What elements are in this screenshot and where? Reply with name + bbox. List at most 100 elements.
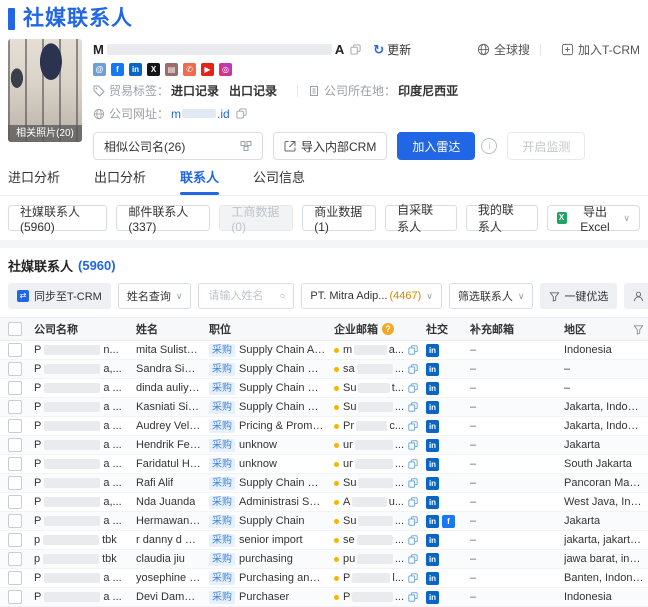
company-name-cell: Pa ... — [30, 458, 132, 470]
linkedin-icon[interactable]: in — [426, 457, 439, 471]
join-radar-button[interactable]: 加入雷达 — [397, 132, 476, 160]
info-icon[interactable]: i — [481, 138, 498, 154]
copy-icon[interactable] — [408, 573, 418, 583]
instagram-icon[interactable]: ◎ — [219, 63, 232, 76]
name-search-input[interactable] — [206, 289, 281, 303]
company-redacted — [44, 383, 101, 393]
refresh-button[interactable]: ↻ 更新 — [373, 41, 411, 58]
company-filter-select[interactable]: PT. Mitra Adip... (4467) ∨ — [301, 283, 442, 309]
name-query-select[interactable]: 姓名查询 ∨ — [117, 283, 192, 309]
row-checkbox[interactable] — [8, 438, 22, 452]
copy-icon[interactable] — [408, 345, 418, 355]
blog-icon[interactable]: ▤ — [165, 63, 178, 76]
subtab-social-contacts[interactable]: 社媒联系人(5960) — [8, 205, 108, 234]
select-all-checkbox[interactable] — [8, 322, 22, 336]
region-cell: Pancoran Mas, ... — [560, 477, 648, 489]
phone-icon[interactable]: ✆ — [183, 63, 196, 76]
linkedin-icon[interactable]: in — [426, 571, 439, 585]
procurement-badge: 采购 — [209, 495, 235, 509]
facebook-icon[interactable]: f — [111, 63, 124, 76]
copy-icon[interactable] — [408, 592, 418, 602]
import-crm-button[interactable]: 导入内部CRM — [273, 132, 388, 160]
copy-icon[interactable] — [408, 478, 418, 488]
social-cell: in — [422, 571, 466, 585]
subtab-my-contacts[interactable]: 我的联系人 — [465, 203, 538, 234]
import-record-link[interactable]: 进口记录 — [171, 82, 219, 99]
subtab-email-contacts[interactable]: 邮件联系人(337) — [116, 205, 211, 234]
linkedin-icon[interactable]: in — [426, 590, 439, 604]
copy-icon[interactable] — [408, 402, 418, 412]
column-filter-icon[interactable] — [633, 324, 644, 335]
email-icon[interactable]: @ — [93, 63, 106, 76]
tab-company-info[interactable]: 公司信息 — [253, 167, 305, 195]
row-checkbox[interactable] — [8, 495, 22, 509]
row-checkbox[interactable] — [8, 533, 22, 547]
row-checkbox[interactable] — [8, 343, 22, 357]
help-icon[interactable]: ? — [382, 323, 394, 335]
row-checkbox[interactable] — [8, 476, 22, 490]
copy-icon[interactable] — [408, 440, 418, 450]
linkedin-icon[interactable]: in — [129, 63, 142, 76]
copy-icon[interactable] — [408, 383, 418, 393]
copy-icon[interactable] — [350, 44, 361, 55]
facebook-icon[interactable]: f — [442, 514, 455, 528]
column-label: 企业邮箱 — [334, 324, 378, 336]
linkedin-icon[interactable]: in — [426, 438, 439, 452]
row-checkbox[interactable] — [8, 590, 22, 604]
linkedin-icon[interactable]: in — [426, 533, 439, 547]
row-checkbox[interactable] — [8, 514, 22, 528]
linkedin-icon[interactable]: in — [426, 362, 439, 376]
sync-tcrm-button[interactable]: ⇄ 同步至T-CRM — [8, 283, 111, 309]
company-prefix: P — [34, 401, 42, 413]
copy-icon[interactable] — [408, 535, 418, 545]
name-search-box[interactable] — [198, 283, 295, 309]
linkedin-icon[interactable]: in — [426, 419, 439, 433]
company-prefix: P — [34, 439, 42, 451]
website-link[interactable]: m .id — [171, 107, 230, 121]
join-tcrm-button[interactable]: 加入T-CRM — [561, 41, 640, 58]
tab-import-analysis[interactable]: 进口分析 — [8, 167, 60, 195]
copy-icon[interactable] — [408, 459, 418, 469]
copy-icon[interactable] — [408, 364, 418, 374]
linkedin-icon[interactable]: in — [426, 514, 439, 528]
row-checkbox[interactable] — [8, 400, 22, 414]
contact-name: Nda Juanda — [136, 496, 196, 508]
subtab-self-collected[interactable]: 自采联系人 — [385, 203, 457, 234]
row-checkbox[interactable] — [8, 552, 22, 566]
company-prefix: P — [34, 458, 42, 470]
export-excel-button[interactable]: X 导出 Excel ∨ — [546, 205, 640, 234]
copy-icon[interactable] — [408, 421, 418, 431]
youtube-icon[interactable]: ▶ — [201, 63, 214, 76]
filter-contacts-select[interactable]: 筛选联系人 ∨ — [448, 283, 534, 309]
row-checkbox[interactable] — [8, 571, 22, 585]
subtab-business-registry[interactable]: 工商数据(0) — [219, 205, 294, 234]
linkedin-icon[interactable]: in — [426, 476, 439, 490]
company-photo[interactable]: 相关照片(20) — [8, 39, 82, 142]
linkedin-icon[interactable]: in — [426, 343, 439, 357]
linkedin-icon[interactable]: in — [426, 400, 439, 414]
tab-export-analysis[interactable]: 出口分析 — [94, 167, 146, 195]
x-icon[interactable]: X — [147, 63, 160, 76]
tab-contacts[interactable]: 联系人 — [180, 167, 220, 195]
row-checkbox[interactable] — [8, 362, 22, 376]
export-record-link[interactable]: 出口记录 — [229, 82, 277, 99]
contact-name-cell: Devi Damayanti — [132, 591, 205, 603]
subtab-commercial-data[interactable]: 商业数据(1) — [302, 205, 377, 234]
linkedin-icon[interactable]: in — [426, 381, 439, 395]
copy-icon[interactable] — [408, 497, 418, 507]
linkedin-icon[interactable]: in — [426, 495, 439, 509]
row-checkbox-cell — [0, 381, 30, 395]
similar-companies-button[interactable]: 相似公司名(26) — [93, 132, 263, 160]
row-checkbox[interactable] — [8, 381, 22, 395]
company-prefix: P — [34, 515, 42, 527]
copy-icon[interactable] — [408, 554, 418, 564]
copy-icon[interactable] — [236, 108, 247, 119]
quick-select-button[interactable]: 一键优选 — [540, 283, 618, 309]
add-my-contacts-button[interactable]: 加入我的联系人 — [624, 283, 648, 309]
monitor-button[interactable]: 开启监测 — [507, 132, 586, 160]
copy-icon[interactable] — [408, 516, 418, 526]
row-checkbox[interactable] — [8, 419, 22, 433]
linkedin-icon[interactable]: in — [426, 552, 439, 566]
row-checkbox[interactable] — [8, 457, 22, 471]
global-search-button[interactable]: 全球搜 — [477, 41, 530, 58]
